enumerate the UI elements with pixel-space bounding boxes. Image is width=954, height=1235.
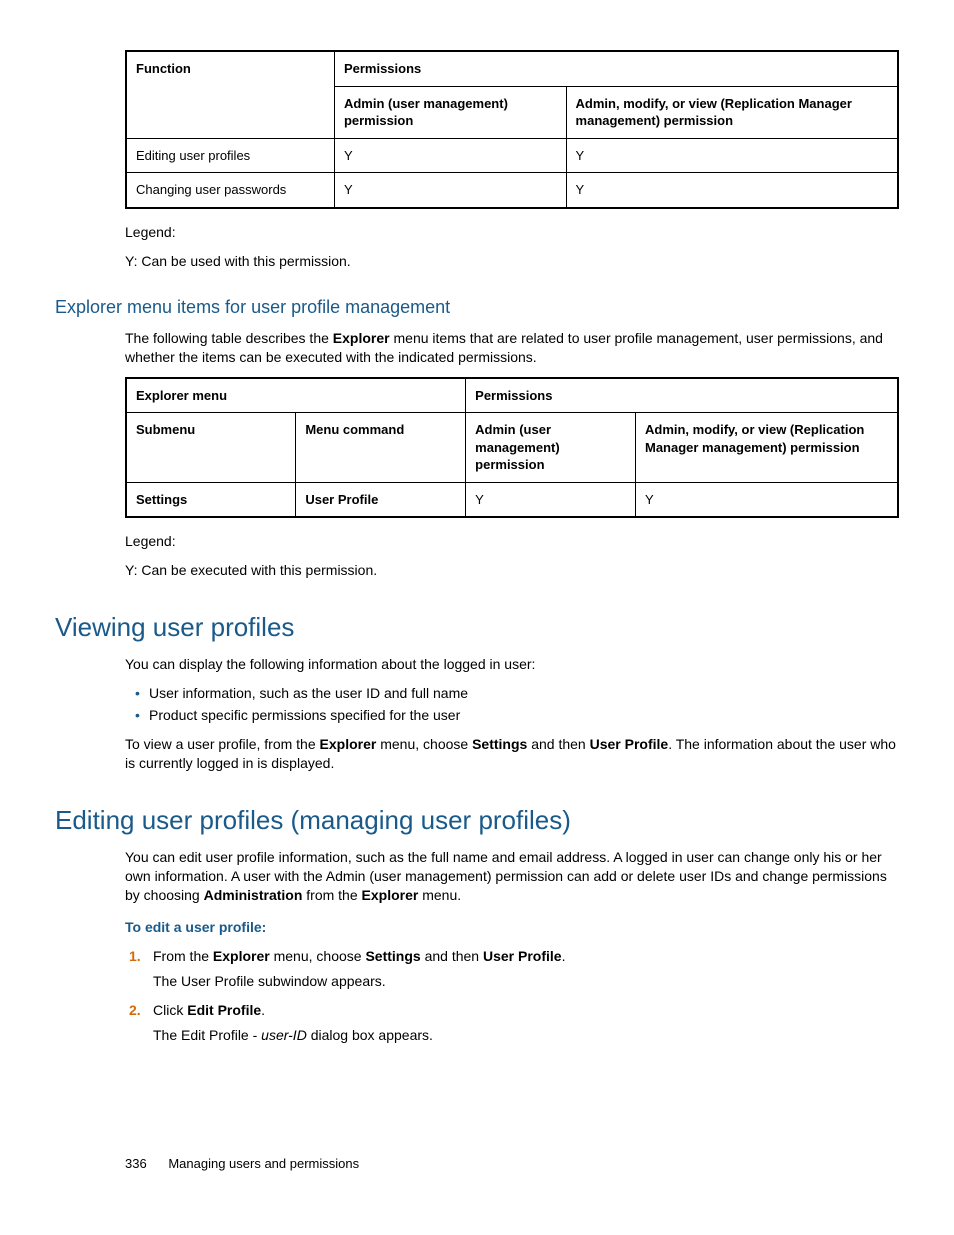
step-1-sub: The User Profile subwindow appears.: [153, 972, 899, 991]
table-row: Settings User Profile Y Y: [126, 482, 898, 517]
t1-r0-c1: Y: [334, 138, 566, 173]
legend1-label: Legend:: [125, 223, 899, 242]
edit-steps: From the Explorer menu, choose Settings …: [125, 947, 899, 1045]
list-item: Product specific permissions specified f…: [149, 706, 899, 725]
section3-content: You can edit user profile information, s…: [125, 848, 899, 1045]
explorer-menu-table: Explorer menu Permissions Submenu Menu c…: [125, 377, 899, 519]
legend2-label: Legend:: [125, 532, 899, 551]
permissions-table-1: Function Permissions Admin (user managem…: [125, 50, 899, 209]
page-footer: 336 Managing users and permissions: [125, 1155, 899, 1173]
t1-h-function: Function: [126, 51, 334, 138]
legend1-line: Y: Can be used with this permission.: [125, 252, 899, 271]
t2-r0-c2: Y: [635, 482, 898, 517]
t2-h-admin-mv: Admin, modify, or view (Replication Mana…: [635, 413, 898, 483]
t2-h-menucmd: Menu command: [296, 413, 466, 483]
t2-h-explorer: Explorer menu: [126, 378, 466, 413]
t1-r1-fn: Changing user passwords: [126, 173, 334, 208]
step-2: Click Edit Profile. The Edit Profile - u…: [153, 1001, 899, 1045]
t2-h-admin-um: Admin (user management) permission: [466, 413, 636, 483]
t1-h-permissions: Permissions: [334, 51, 898, 86]
t2-r0-c1: Y: [466, 482, 636, 517]
t2-h-submenu: Submenu: [126, 413, 296, 483]
heading-editing-user-profiles: Editing user profiles (managing user pro…: [55, 803, 899, 838]
t1-r0-fn: Editing user profiles: [126, 138, 334, 173]
t1-h-admin-mv: Admin, modify, or view (Replication Mana…: [566, 86, 898, 138]
t2-r0-cmd: User Profile: [296, 482, 466, 517]
section2-content: You can display the following informatio…: [125, 655, 899, 772]
list-item: User information, such as the user ID an…: [149, 684, 899, 703]
t1-r1-c1: Y: [334, 173, 566, 208]
section3-p1: You can edit user profile information, s…: [125, 848, 899, 905]
t2-h-permissions: Permissions: [466, 378, 898, 413]
table-row: Changing user passwords Y Y: [126, 173, 898, 208]
page-number: 336: [125, 1155, 147, 1173]
step-2-sub: The Edit Profile - user-ID dialog box ap…: [153, 1026, 899, 1045]
legend2-line: Y: Can be executed with this permission.: [125, 561, 899, 580]
section1-intro: The following table describes the Explor…: [125, 329, 899, 367]
t1-r0-c2: Y: [566, 138, 898, 173]
section2-intro: You can display the following informatio…: [125, 655, 899, 674]
heading-viewing-user-profiles: Viewing user profiles: [55, 610, 899, 645]
step-1: From the Explorer menu, choose Settings …: [153, 947, 899, 991]
heading-explorer-menu-items: Explorer menu items for user profile man…: [55, 295, 899, 319]
subhead-to-edit: To edit a user profile:: [125, 918, 899, 937]
section1-content: The following table describes the Explor…: [125, 329, 899, 580]
table-row: Editing user profiles Y Y: [126, 138, 898, 173]
footer-title: Managing users and permissions: [168, 1156, 359, 1171]
permissions-table-1-wrap: Function Permissions Admin (user managem…: [125, 50, 899, 271]
t1-h-admin-um: Admin (user management) permission: [334, 86, 566, 138]
t2-r0-submenu: Settings: [126, 482, 296, 517]
section2-p2: To view a user profile, from the Explore…: [125, 735, 899, 773]
t1-r1-c2: Y: [566, 173, 898, 208]
section2-bullets: User information, such as the user ID an…: [125, 684, 899, 725]
